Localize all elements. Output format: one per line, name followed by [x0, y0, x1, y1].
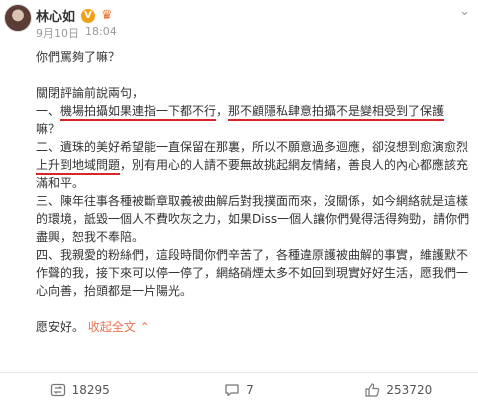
like-count: 253720	[386, 383, 433, 397]
repost-icon	[50, 383, 65, 397]
underlined-text-2: 那不顧隱私肆意拍攝不是變相受到了保護	[228, 104, 445, 121]
crown-icon: ♛	[101, 7, 113, 23]
paragraph-2: 二、遺珠的美好希望能一直保留在那裏，所以不願意過多迴應，卻沒想到愈演愈烈上升到地…	[36, 138, 474, 192]
collapse-link[interactable]: 收起全文 ⌃	[88, 320, 150, 334]
content-line-1: 你們罵夠了嘛？	[36, 50, 121, 64]
collapse-label: 收起全文	[87, 320, 136, 334]
comment-button[interactable]: 7	[159, 383, 318, 397]
repost-count: 18295	[71, 383, 110, 397]
closing-text: 愿安好。	[36, 320, 85, 334]
chevron-down-icon[interactable]: ⌄	[459, 4, 470, 19]
paragraph-1-mid: ，	[216, 104, 229, 118]
v-badge-icon: V	[81, 8, 96, 23]
action-bar: 18295 7 253720	[0, 372, 478, 407]
avatar[interactable]	[4, 4, 32, 32]
underlined-text-3: 上升到地域問題	[36, 158, 121, 175]
chevron-up-icon: ⌃	[139, 320, 150, 334]
paragraph-2-a: 二、遺珠的美好希望能一直保留在那裏，所以不願意過多迴應，卻沒想到愈演愈烈	[36, 140, 469, 154]
post-meta: 9月10日 18:04	[36, 25, 117, 41]
post-date[interactable]: 9月10日	[36, 25, 79, 41]
paragraph-1-end: 嘛？	[36, 122, 61, 136]
paragraph-3: 三、陳年往事各種被斷章取義被曲解后對我撲面而來，沒關係，如今網絡就是這樣的環境，…	[36, 194, 470, 244]
like-icon	[365, 383, 380, 397]
comment-count: 7	[246, 383, 254, 397]
author-name[interactable]: 林心如	[36, 6, 75, 25]
underlined-text-1: 機場拍攝如果連指一下都不行	[60, 104, 217, 121]
repost-button[interactable]: 18295	[0, 383, 159, 397]
closing-line: 愿安好。 收起全文 ⌃	[36, 318, 474, 336]
comment-icon	[225, 384, 239, 397]
paragraph-4: 四、我親愛的粉絲們，這段時間你們辛苦了，各種違原護被曲解的事實，維護默不作聲的我…	[36, 248, 469, 298]
post-content: 你們罵夠了嘛？ 關閉評論前說兩句， 一、機場拍攝如果連指一下都不行，那不顧隱私肆…	[36, 48, 474, 336]
like-button[interactable]: 253720	[319, 383, 478, 397]
author-row: 林心如 V ♛	[36, 6, 113, 25]
post-time[interactable]: 18:04	[85, 25, 117, 41]
paragraph-1-prefix: 一、	[36, 104, 61, 118]
content-line-2: 關閉評論前說兩句，	[36, 86, 145, 100]
paragraph-1: 一、機場拍攝如果連指一下都不行，那不顧隱私肆意拍攝不是變相受到了保護嘛？	[36, 102, 474, 138]
